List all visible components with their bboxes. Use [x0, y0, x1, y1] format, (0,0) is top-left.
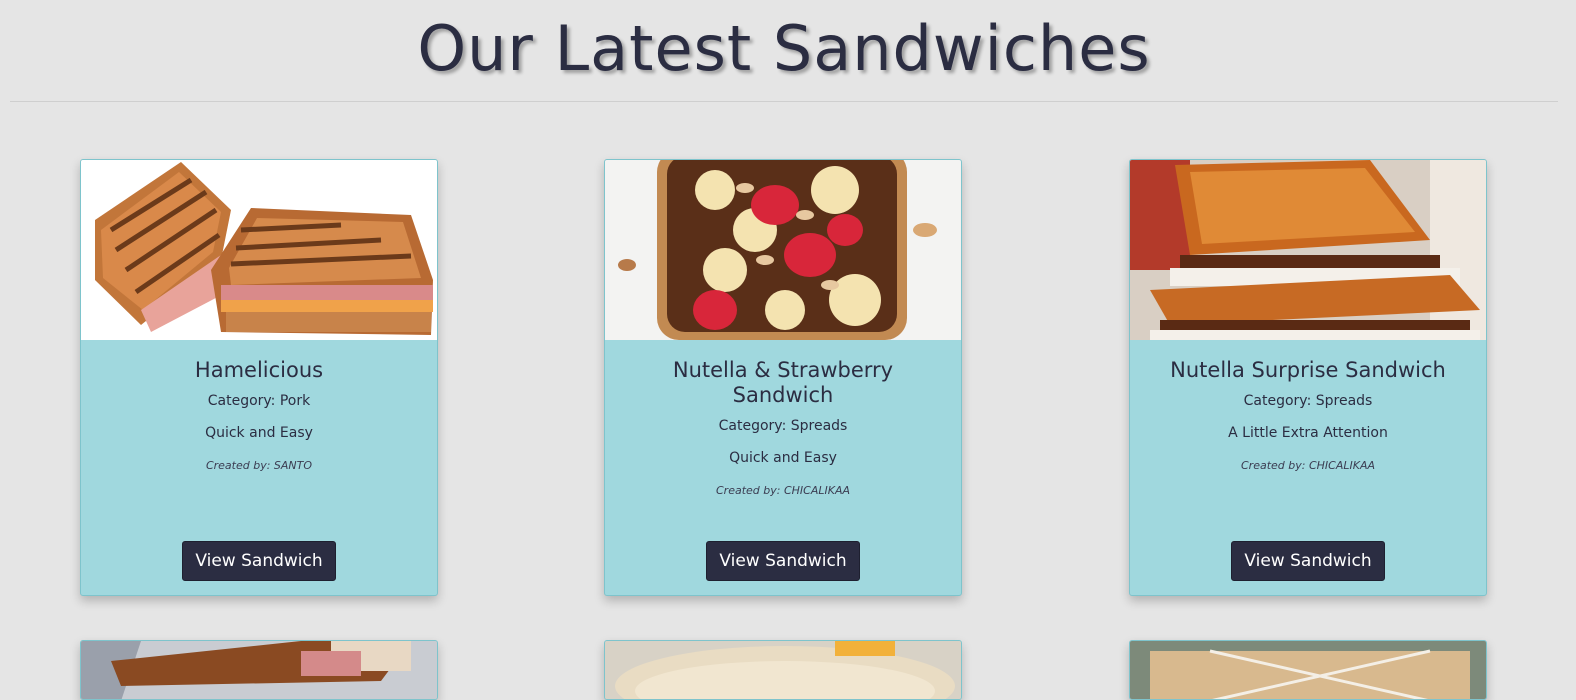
sandwich-image: [1130, 641, 1486, 699]
sandwich-description: Quick and Easy: [205, 425, 313, 441]
title-divider: [10, 101, 1558, 102]
sandwich-card: Nutella & Strawberry Sandwich Category: …: [604, 159, 962, 596]
sandwich-card: Hamelicious Category: Pork Quick and Eas…: [80, 159, 438, 596]
view-sandwich-button[interactable]: View Sandwich: [182, 541, 336, 581]
sandwich-name: Nutella & Strawberry Sandwich: [672, 358, 894, 407]
sandwich-card: Nutella Surprise Sandwich Category: Spre…: [1129, 159, 1487, 596]
sandwich-category: Category: Spreads: [718, 418, 848, 434]
sandwich-card: [1129, 640, 1487, 700]
sandwich-description: Quick and Easy: [729, 450, 837, 466]
sandwich-author: Created by: CHICALIKAA: [715, 484, 850, 497]
sandwich-category: Category: Pork: [207, 393, 311, 409]
sandwich-author: Created by: SANTO: [205, 459, 313, 472]
sandwich-card: [604, 640, 962, 700]
sandwich-image: [605, 641, 961, 699]
sandwich-image: [1130, 160, 1486, 340]
sandwich-image: [81, 641, 437, 699]
sandwich-author: Created by: CHICALIKAA: [1240, 459, 1375, 472]
view-sandwich-button[interactable]: View Sandwich: [706, 541, 860, 581]
sandwich-description: A Little Extra Attention: [1228, 425, 1388, 441]
view-sandwich-button[interactable]: View Sandwich: [1231, 541, 1385, 581]
sandwich-category: Category: Spreads: [1243, 393, 1373, 409]
page-title: Our Latest Sandwiches: [417, 12, 1151, 85]
sandwich-name: Hamelicious: [194, 358, 324, 382]
sandwich-card: [80, 640, 438, 700]
sandwich-image: [605, 160, 961, 340]
sandwich-name: Nutella Surprise Sandwich: [1170, 358, 1446, 382]
sandwich-image: [81, 160, 437, 340]
